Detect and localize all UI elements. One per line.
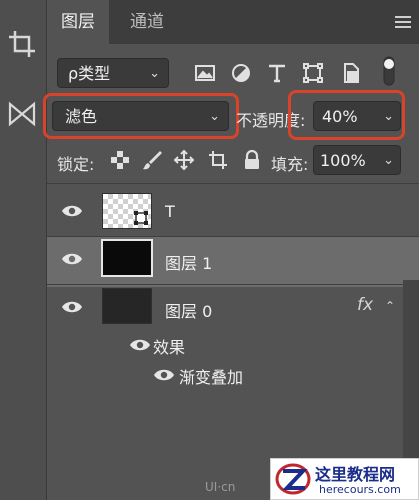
visibility-eye-icon[interactable] (129, 337, 151, 353)
visibility-eye-icon[interactable] (61, 299, 83, 315)
panel-tab-bar: 图层 通道 (47, 0, 419, 44)
effect-item-gradient-overlay[interactable]: 渐变叠加 (47, 362, 419, 388)
type-layer-filter-icon[interactable] (265, 61, 289, 85)
visibility-eye-icon[interactable] (153, 367, 175, 383)
lock-image-pixels-brush-icon[interactable] (141, 149, 163, 171)
adjustment-layer-filter-icon[interactable] (229, 61, 253, 85)
pixel-layer-filter-icon[interactable] (193, 61, 217, 85)
fill-label: 填充: (271, 155, 309, 174)
visibility-eye-icon[interactable] (61, 203, 83, 219)
chevron-down-icon: ⌄ (149, 66, 160, 81)
lock-transparent-pixels-icon[interactable] (109, 149, 131, 171)
filter-kind-dropdown[interactable]: ρ类型 ⌄ (57, 58, 169, 88)
layer-thumbnail (102, 193, 152, 229)
lock-artboard-icon[interactable] (207, 149, 229, 171)
watermark-text: UI·cn (205, 480, 236, 494)
site-url: herecours.com (319, 483, 401, 496)
fill-field[interactable]: 100% ⌄ (313, 145, 401, 175)
bowtie-tool-icon[interactable] (4, 96, 40, 132)
lock-all-icon[interactable] (241, 149, 263, 171)
site-badge: 这里教程网 herecours.com (270, 458, 419, 500)
layer-thumbnail (102, 288, 152, 324)
tab-channels[interactable]: 通道 (117, 0, 177, 44)
blend-mode-highlight (43, 93, 239, 139)
effect-item-label: 渐变叠加 (179, 368, 244, 387)
fill-value: 100% (320, 151, 366, 170)
site-logo-icon (275, 463, 311, 495)
layer-row-layer-0[interactable]: 图层 0 fx ⌃ (47, 285, 419, 335)
tool-strip (0, 0, 47, 500)
effects-row[interactable]: 效果 (47, 332, 419, 358)
opacity-highlight (288, 90, 405, 140)
layer-name: 图层 0 (165, 302, 213, 321)
filter-toggle[interactable] (383, 56, 395, 86)
layer-name: 图层 1 (165, 254, 213, 273)
divider (47, 183, 419, 184)
crop-tool-icon[interactable] (4, 26, 40, 62)
site-title: 这里教程网 (315, 465, 396, 484)
smart-object-filter-icon[interactable] (339, 61, 363, 85)
layer-row-text[interactable]: T (47, 186, 419, 236)
effects-label: 效果 (153, 338, 186, 357)
type-layer-badge-icon (134, 211, 148, 225)
layer-name: T (165, 202, 175, 221)
lock-position-move-icon[interactable] (173, 149, 195, 171)
layers-panel: 图层 通道 ρ类型 ⌄ 滤色 ⌄ 不透明度: 40% ⌄ 锁定: 填充: 100… (43, 0, 419, 500)
visibility-eye-icon[interactable] (61, 251, 83, 267)
chevron-up-icon[interactable]: ⌃ (385, 299, 395, 313)
shape-layer-filter-icon[interactable] (301, 61, 325, 85)
layer-row-layer-1[interactable]: 图层 1 (47, 237, 419, 287)
filter-kind-label: ρ类型 (68, 64, 111, 83)
chevron-down-icon[interactable]: ⌄ (383, 146, 394, 176)
layer-thumbnail (101, 239, 153, 277)
panel-menu-icon[interactable] (395, 16, 411, 28)
lock-label: 锁定: (57, 155, 95, 174)
tab-layers[interactable]: 图层 (47, 0, 109, 44)
layer-effects-fx-icon[interactable]: fx (357, 295, 373, 315)
